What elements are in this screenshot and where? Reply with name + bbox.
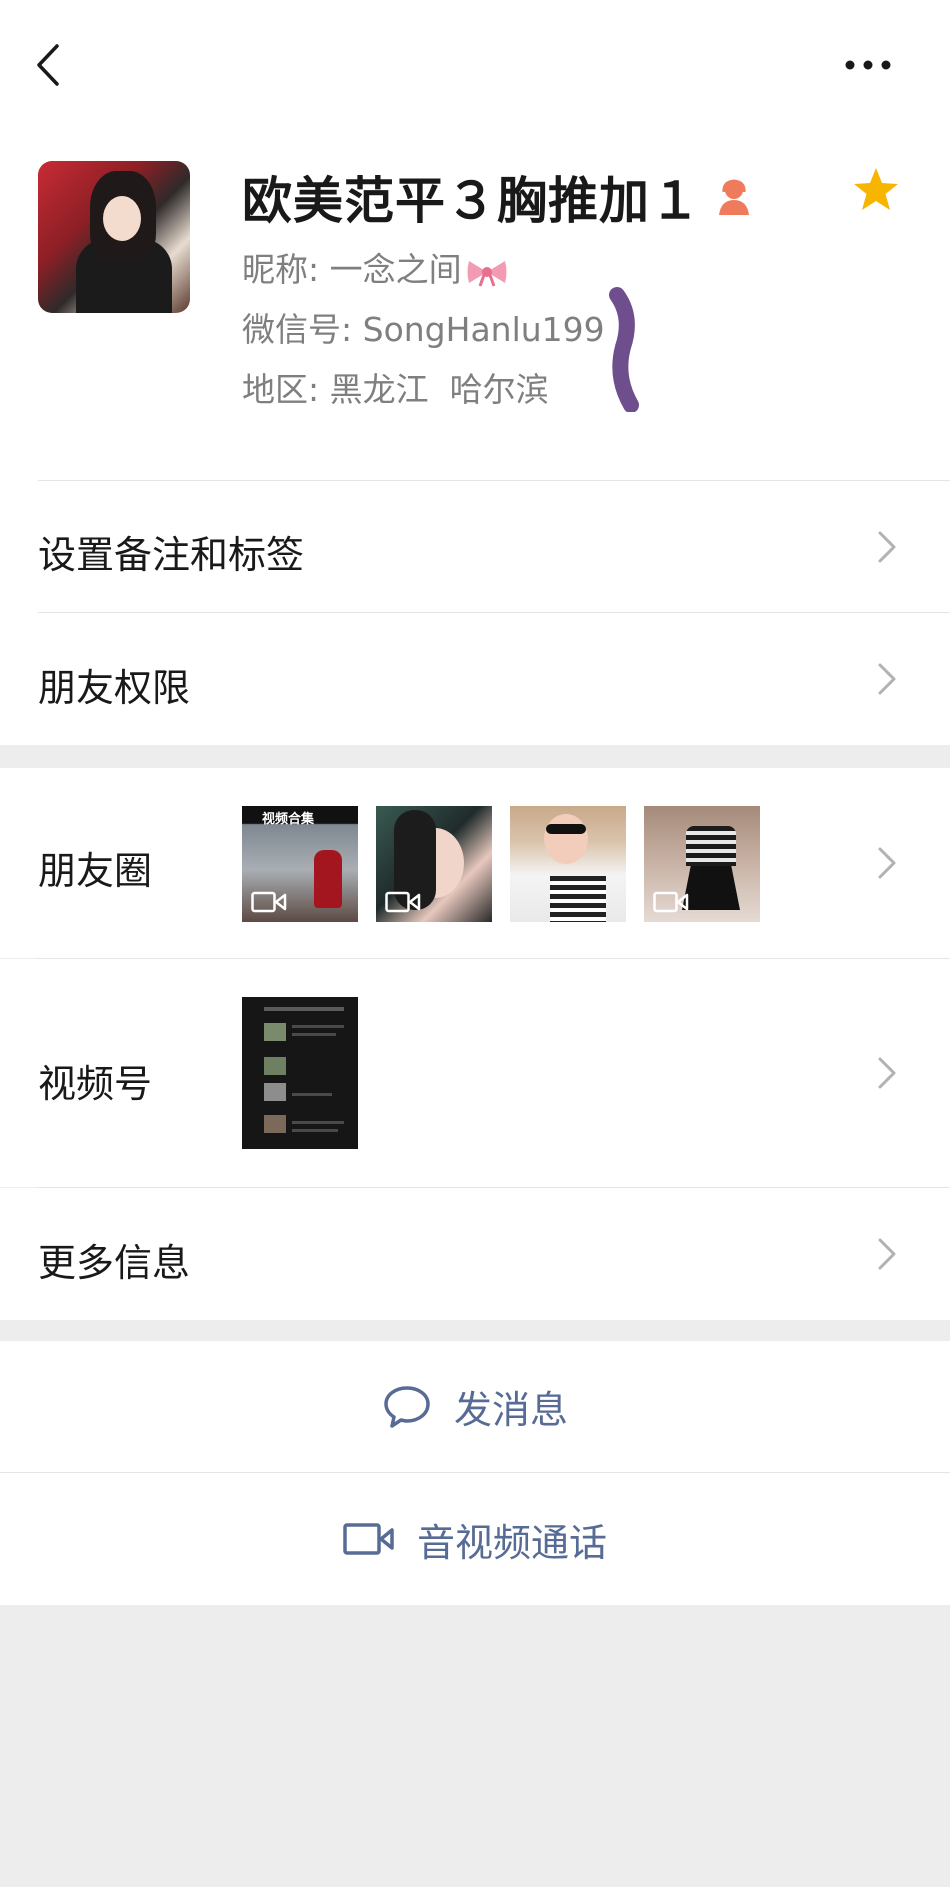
striped-top-shape	[550, 876, 606, 922]
text-line-shape	[292, 1025, 344, 1028]
pink-bow-icon	[467, 260, 507, 287]
nickname-label: 昵称:	[242, 250, 320, 289]
chat-image-shape	[264, 1023, 286, 1041]
chat-image-shape	[264, 1115, 286, 1133]
moment-thumb-3[interactable]	[510, 806, 626, 922]
back-button[interactable]	[28, 40, 68, 90]
skirt-shape	[682, 866, 740, 910]
chat-image-shape	[264, 1057, 286, 1075]
chevron-right-icon	[878, 531, 896, 563]
wechat-id-value: SongHanlu199	[362, 310, 605, 349]
region-line: 地区: 黑龙江 哈尔滨	[242, 363, 549, 411]
video-camera-icon	[653, 891, 689, 913]
contact-profile-page: 欧美范平３胸推加１ 昵称: 一念之间 微信号: SongHanlu199 地区:…	[0, 0, 950, 1887]
region-label: 地区:	[242, 370, 320, 409]
region-value: 黑龙江 哈尔滨	[329, 370, 549, 409]
friend-permissions-row[interactable]: 朋友权限	[0, 613, 950, 745]
moments-row[interactable]: 朋友圈 视频合集	[0, 768, 950, 958]
moment-thumb-caption: 视频合集	[262, 812, 315, 827]
text-line-shape	[292, 1121, 344, 1124]
chevron-right-icon	[878, 1057, 896, 1089]
wechat-id-label: 微信号:	[242, 310, 353, 349]
profile-name-row: 欧美范平３胸推加１	[242, 162, 751, 232]
remark-tags-label: 设置备注和标签	[38, 533, 305, 577]
moment-thumb-4[interactable]	[644, 806, 760, 922]
video-camera-icon	[343, 1523, 394, 1555]
chat-bubble-icon	[384, 1385, 430, 1428]
text-line-shape	[292, 1093, 332, 1096]
avatar[interactable]	[38, 161, 190, 313]
wechat-id-line: 微信号: SongHanlu199	[242, 303, 605, 351]
star-icon[interactable]	[852, 166, 900, 214]
moments-label: 朋友圈	[38, 849, 153, 893]
channels-row[interactable]: 视频号	[0, 959, 950, 1187]
chat-image-shape	[264, 1083, 286, 1101]
figure-shape	[314, 850, 342, 908]
more-info-label: 更多信息	[38, 1241, 191, 1285]
female-person-icon	[719, 179, 749, 215]
striped-top-shape	[686, 826, 736, 866]
nickname-line: 昵称: 一念之间	[242, 243, 508, 291]
remark-tags-row[interactable]: 设置备注和标签	[0, 481, 950, 612]
sunglasses-shape	[546, 824, 586, 834]
video-camera-icon	[385, 891, 421, 913]
send-message-label: 发消息	[453, 1388, 568, 1432]
top-bar	[0, 0, 950, 130]
section-gap	[0, 1320, 950, 1341]
channels-label: 视频号	[38, 1062, 153, 1106]
send-message-button[interactable]: 发消息	[0, 1341, 950, 1472]
more-options-button[interactable]	[838, 45, 898, 85]
text-line-shape	[292, 1033, 336, 1036]
chevron-right-icon	[878, 663, 896, 695]
scribble-mark	[609, 287, 639, 412]
channel-thumb[interactable]	[242, 997, 358, 1149]
more-dots-icon	[845, 60, 891, 70]
nickname-value: 一念之间	[329, 250, 462, 289]
section-gap	[0, 745, 950, 768]
more-info-row[interactable]: 更多信息	[0, 1188, 950, 1320]
friend-permissions-label: 朋友权限	[38, 666, 191, 710]
video-call-label: 音视频通话	[416, 1520, 607, 1565]
chevron-left-icon	[37, 44, 59, 86]
face-shape	[544, 814, 588, 864]
chevron-right-icon	[878, 1238, 896, 1270]
moment-thumb-2[interactable]	[376, 806, 492, 922]
chevron-right-icon	[878, 847, 896, 879]
remark-name: 欧美范平３胸推加１	[242, 172, 701, 230]
avatar-face-shape	[103, 196, 141, 241]
text-line-shape	[264, 1007, 344, 1011]
video-call-button[interactable]: 音视频通话	[0, 1473, 950, 1605]
moment-thumb-1[interactable]: 视频合集	[242, 806, 358, 922]
video-camera-icon	[251, 891, 287, 913]
text-line-shape	[292, 1129, 338, 1132]
